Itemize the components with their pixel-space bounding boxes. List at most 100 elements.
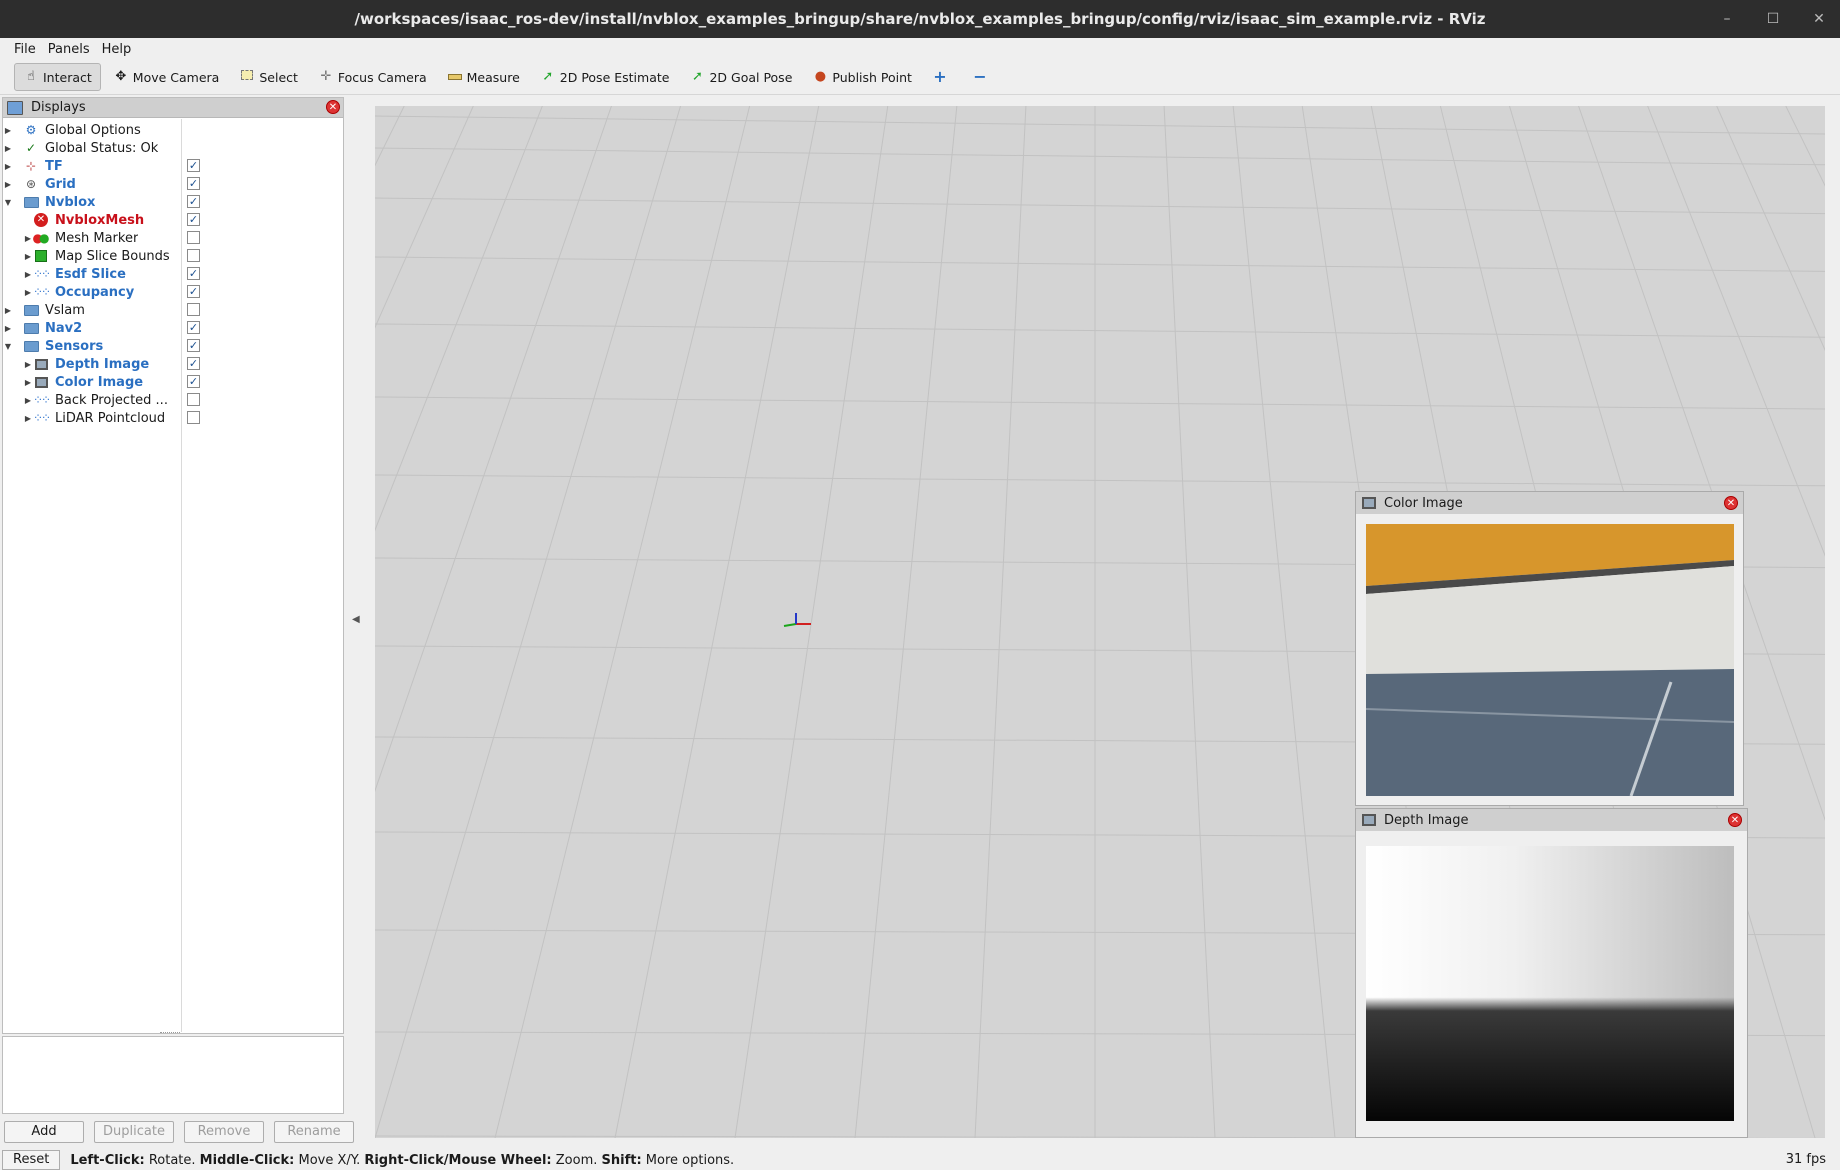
enable-checkbox[interactable] xyxy=(187,231,200,244)
minimize-button[interactable]: – xyxy=(1716,11,1738,27)
close-panel-icon[interactable]: ✕ xyxy=(326,100,340,114)
tree-item-tf[interactable]: ▶ ⊹ TF ✓ xyxy=(3,157,343,175)
expand-arrow-icon[interactable]: ▶ xyxy=(23,378,33,387)
folder-icon xyxy=(23,302,39,318)
rename-button[interactable]: Rename xyxy=(274,1121,354,1143)
tree-item-vslam[interactable]: ▶ Vslam xyxy=(3,301,343,319)
displays-panel: Displays ✕ ▶ ⚙ Global Options ▶ ✓ Global… xyxy=(2,97,344,1034)
tree-item-back-projected[interactable]: ▶ ⁘⁘ Back Projected ... xyxy=(3,391,343,409)
enable-checkbox[interactable] xyxy=(187,303,200,316)
expand-arrow-icon[interactable]: ▶ xyxy=(23,288,33,297)
image-icon xyxy=(33,374,49,390)
tree-item-label: Occupancy xyxy=(55,284,135,300)
duplicate-button[interactable]: Duplicate xyxy=(94,1121,174,1143)
tree-item-grid[interactable]: ▶ ⊛ Grid ✓ xyxy=(3,175,343,193)
tree-item-global-options[interactable]: ▶ ⚙ Global Options xyxy=(3,121,343,139)
enable-checkbox[interactable]: ✓ xyxy=(187,285,200,298)
tree-item-label: Map Slice Bounds xyxy=(55,248,170,264)
tree-item-label: Color Image xyxy=(55,374,144,390)
expand-arrow-icon[interactable]: ▶ xyxy=(3,126,13,135)
tree-item-occupancy[interactable]: ▶ ⁘⁘ Occupancy ✓ xyxy=(3,283,343,301)
hint-shift-key: Shift: xyxy=(601,1152,642,1168)
enable-checkbox[interactable] xyxy=(187,249,200,262)
goal-pose-tool-button[interactable]: ➚ 2D Goal Pose xyxy=(681,63,800,91)
enable-checkbox[interactable]: ✓ xyxy=(187,321,200,334)
expand-arrow-icon[interactable]: ▶ xyxy=(3,324,13,333)
tree-item-sensors[interactable]: ▼ Sensors ✓ xyxy=(3,337,343,355)
hint-shift-value: More options. xyxy=(641,1152,735,1168)
tree-item-mesh-marker[interactable]: ▶ ● ● Mesh Marker xyxy=(3,229,343,247)
plus-icon: + xyxy=(933,67,947,86)
folder-icon xyxy=(23,194,39,210)
tree-item-esdf-slice[interactable]: ▶ ⁘⁘ Esdf Slice ✓ xyxy=(3,265,343,283)
tree-item-nvbloxmesh[interactable]: ✕ NvbloxMesh ✓ xyxy=(3,211,343,229)
tree-item-label: Esdf Slice xyxy=(55,266,126,282)
window-title-bar: /workspaces/isaac_ros-dev/install/nvblox… xyxy=(0,0,1840,38)
menu-file[interactable]: File xyxy=(8,42,42,57)
expand-arrow-icon[interactable]: ▶ xyxy=(23,252,33,261)
monitor-icon xyxy=(7,100,23,115)
panel-splitter[interactable] xyxy=(160,1032,180,1034)
expand-arrow-icon[interactable]: ▶ xyxy=(23,414,33,423)
reset-button[interactable]: Reset xyxy=(2,1150,61,1170)
move-camera-tool-button[interactable]: ✥ Move Camera xyxy=(105,63,228,91)
add-button[interactable]: Add xyxy=(4,1121,84,1143)
enable-checkbox[interactable] xyxy=(187,393,200,406)
color-image-title: Color Image xyxy=(1384,495,1463,511)
enable-checkbox[interactable]: ✓ xyxy=(187,195,200,208)
expand-arrow-icon[interactable]: ▶ xyxy=(3,180,13,189)
maximize-button[interactable]: ☐ xyxy=(1762,11,1784,27)
expand-arrow-icon[interactable]: ▶ xyxy=(23,360,33,369)
close-panel-icon[interactable]: ✕ xyxy=(1728,813,1742,827)
measure-tool-button[interactable]: Measure xyxy=(439,63,528,91)
menu-help[interactable]: Help xyxy=(96,42,138,57)
displays-panel-header: Displays ✕ xyxy=(3,98,343,118)
select-tool-button[interactable]: Select xyxy=(231,63,306,91)
toolbar: ☝ Interact ✥ Move Camera Select ✛ Focus … xyxy=(0,60,1840,95)
tree-item-label: Grid xyxy=(45,176,76,192)
publish-point-tool-button[interactable]: ● Publish Point xyxy=(804,63,920,91)
close-panel-icon[interactable]: ✕ xyxy=(1724,496,1738,510)
enable-checkbox[interactable]: ✓ xyxy=(187,375,200,388)
add-tool-button[interactable]: + xyxy=(924,63,960,91)
tree-item-map-slice-bounds[interactable]: ▶ Map Slice Bounds xyxy=(3,247,343,265)
enable-checkbox[interactable]: ✓ xyxy=(187,159,200,172)
pose-estimate-tool-button[interactable]: ➚ 2D Pose Estimate xyxy=(532,63,678,91)
expand-arrow-icon[interactable]: ▶ xyxy=(23,270,33,279)
folder-icon xyxy=(23,320,39,336)
tree-item-label: Global Options xyxy=(45,122,141,138)
tree-item-lidar-pointcloud[interactable]: ▶ ⁘⁘ LiDAR Pointcloud xyxy=(3,409,343,427)
tree-item-global-status[interactable]: ▶ ✓ Global Status: Ok xyxy=(3,139,343,157)
menu-panels[interactable]: Panels xyxy=(42,42,96,57)
enable-checkbox[interactable]: ✓ xyxy=(187,339,200,352)
expand-arrow-icon[interactable]: ▶ xyxy=(3,144,13,153)
enable-checkbox[interactable] xyxy=(187,411,200,424)
color-image-view xyxy=(1366,524,1734,796)
expand-arrow-icon[interactable]: ▶ xyxy=(23,396,33,405)
expand-arrow-icon[interactable]: ▶ xyxy=(3,162,13,171)
close-button[interactable]: ✕ xyxy=(1808,11,1830,27)
expand-arrow-icon[interactable]: ▶ xyxy=(3,306,13,315)
interact-tool-button[interactable]: ☝ Interact xyxy=(14,63,101,91)
remove-button[interactable]: Remove xyxy=(184,1121,264,1143)
hint-right-key: Right-Click/Mouse Wheel: xyxy=(364,1152,552,1168)
tree-item-color-image[interactable]: ▶ Color Image ✓ xyxy=(3,373,343,391)
remove-tool-button[interactable]: − xyxy=(964,63,1000,91)
enable-checkbox[interactable]: ✓ xyxy=(187,357,200,370)
tree-item-depth-image[interactable]: ▶ Depth Image ✓ xyxy=(3,355,343,373)
displays-title: Displays xyxy=(31,100,86,115)
enable-checkbox[interactable]: ✓ xyxy=(187,267,200,280)
tree-item-label: TF xyxy=(45,158,63,174)
enable-checkbox[interactable]: ✓ xyxy=(187,213,200,226)
focus-camera-tool-button[interactable]: ✛ Focus Camera xyxy=(310,63,435,91)
tree-item-nvblox[interactable]: ▼ Nvblox ✓ xyxy=(3,193,343,211)
hint-middle-value: Move X/Y. xyxy=(294,1152,365,1168)
collapse-arrow-icon[interactable]: ▼ xyxy=(3,198,13,207)
collapse-arrow-icon[interactable]: ▼ xyxy=(3,342,13,351)
expand-arrow-icon[interactable]: ▶ xyxy=(23,234,33,243)
select-box-icon xyxy=(239,69,255,85)
collapse-panel-arrow-icon[interactable]: ◀ xyxy=(352,614,360,625)
tree-item-label: Nav2 xyxy=(45,320,83,336)
enable-checkbox[interactable]: ✓ xyxy=(187,177,200,190)
tree-item-nav2[interactable]: ▶ Nav2 ✓ xyxy=(3,319,343,337)
